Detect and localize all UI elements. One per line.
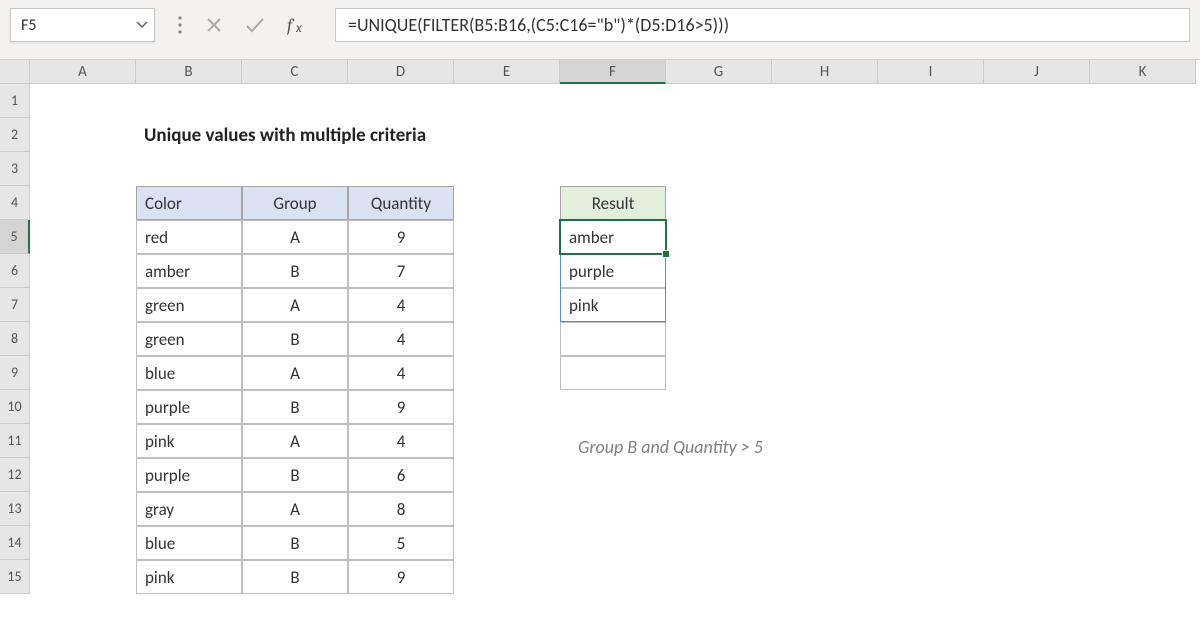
cell-group[interactable]: A [242, 424, 348, 458]
caption-text: Group B and Quantity > 5 [570, 430, 910, 464]
row-header[interactable]: 3 [0, 152, 30, 186]
cell-result[interactable]: purple [560, 254, 666, 288]
formula-input[interactable]: =UNIQUE(FILTER(B5:B16,(C5:C16="b")*(D5:D… [335, 8, 1190, 42]
cell-quantity[interactable]: 6 [348, 458, 454, 492]
column-header[interactable]: K [1090, 60, 1196, 84]
accept-icon[interactable] [245, 16, 265, 34]
cell-color[interactable]: gray [136, 492, 242, 526]
cell-quantity[interactable]: 4 [348, 288, 454, 322]
row-header[interactable]: 5 [0, 220, 30, 254]
svg-text:f: f [287, 15, 295, 36]
column-header[interactable]: G [666, 60, 772, 84]
cell-result[interactable]: amber [560, 220, 666, 254]
formula-text: =UNIQUE(FILTER(B5:B16,(C5:C16="b")*(D5:D… [348, 14, 729, 36]
row-header[interactable]: 12 [0, 458, 30, 492]
column-header[interactable]: C [242, 60, 348, 84]
cell-color[interactable]: green [136, 288, 242, 322]
cell-color[interactable]: red [136, 220, 242, 254]
column-headers: ABCDEFGHIJK [30, 60, 1200, 84]
cell-color[interactable]: green [136, 322, 242, 356]
row-header[interactable]: 4 [0, 186, 30, 220]
cell-color[interactable]: purple [136, 458, 242, 492]
cell-group[interactable]: B [242, 560, 348, 594]
column-header[interactable]: F [560, 60, 666, 84]
header-color[interactable]: Color [136, 186, 242, 220]
cell-color[interactable]: purple [136, 390, 242, 424]
cell-group[interactable]: B [242, 390, 348, 424]
cell-quantity[interactable]: 4 [348, 356, 454, 390]
cell-quantity[interactable]: 9 [348, 560, 454, 594]
cells-area[interactable]: Unique values with multiple criteria Col… [30, 84, 1200, 630]
cell-group[interactable]: A [242, 220, 348, 254]
column-header[interactable]: J [984, 60, 1090, 84]
cell-result[interactable] [560, 356, 666, 390]
cell-color[interactable]: amber [136, 254, 242, 288]
cell-color[interactable]: pink [136, 424, 242, 458]
column-header[interactable]: B [136, 60, 242, 84]
header-quantity[interactable]: Quantity [348, 186, 454, 220]
cell-quantity[interactable]: 4 [348, 322, 454, 356]
cancel-icon[interactable] [205, 16, 223, 34]
row-header[interactable]: 8 [0, 322, 30, 356]
worksheet[interactable]: ABCDEFGHIJK 123456789101112131415 Unique… [0, 60, 1200, 630]
select-all-corner[interactable] [0, 60, 30, 84]
row-header[interactable]: 15 [0, 560, 30, 594]
row-header[interactable]: 6 [0, 254, 30, 288]
cell-quantity[interactable]: 9 [348, 220, 454, 254]
column-header[interactable]: H [772, 60, 878, 84]
row-headers: 123456789101112131415 [0, 84, 30, 630]
cell-color[interactable]: blue [136, 356, 242, 390]
row-header[interactable]: 9 [0, 356, 30, 390]
cell-color[interactable]: blue [136, 526, 242, 560]
cell-quantity[interactable]: 7 [348, 254, 454, 288]
cell-quantity[interactable]: 5 [348, 526, 454, 560]
vertical-dots-icon[interactable] [177, 15, 183, 35]
cell-group[interactable]: B [242, 322, 348, 356]
column-header[interactable]: E [454, 60, 560, 84]
row-header[interactable]: 1 [0, 84, 30, 118]
row-header[interactable]: 13 [0, 492, 30, 526]
column-header[interactable]: I [878, 60, 984, 84]
row-header[interactable]: 11 [0, 424, 30, 458]
name-box-value: F5 [21, 16, 136, 35]
header-result[interactable]: Result [560, 186, 666, 220]
row-header[interactable]: 10 [0, 390, 30, 424]
column-header[interactable]: A [30, 60, 136, 84]
svg-text:x: x [295, 21, 302, 36]
formula-bar: F5 fx =UNIQUE(FILTER(B5:B16,(C5:C16="b")… [0, 0, 1200, 60]
formula-bar-tools: fx [163, 8, 327, 42]
name-box[interactable]: F5 [10, 8, 155, 42]
cell-group[interactable]: A [242, 288, 348, 322]
cell-quantity[interactable]: 4 [348, 424, 454, 458]
chevron-down-icon [136, 19, 148, 31]
cell-color[interactable]: pink [136, 560, 242, 594]
column-header[interactable]: D [348, 60, 454, 84]
fx-icon[interactable]: fx [287, 14, 313, 36]
cell-result[interactable] [560, 322, 666, 356]
cell-quantity[interactable]: 8 [348, 492, 454, 526]
row-header[interactable]: 7 [0, 288, 30, 322]
header-group[interactable]: Group [242, 186, 348, 220]
cell-group[interactable]: B [242, 458, 348, 492]
cell-group[interactable]: A [242, 356, 348, 390]
cell-group[interactable]: A [242, 492, 348, 526]
row-header[interactable]: 2 [0, 118, 30, 152]
cell-result[interactable]: pink [560, 288, 666, 322]
cell-group[interactable]: B [242, 254, 348, 288]
cell-quantity[interactable]: 9 [348, 390, 454, 424]
row-header[interactable]: 14 [0, 526, 30, 560]
page-title: Unique values with multiple criteria [136, 118, 456, 152]
cell-group[interactable]: B [242, 526, 348, 560]
